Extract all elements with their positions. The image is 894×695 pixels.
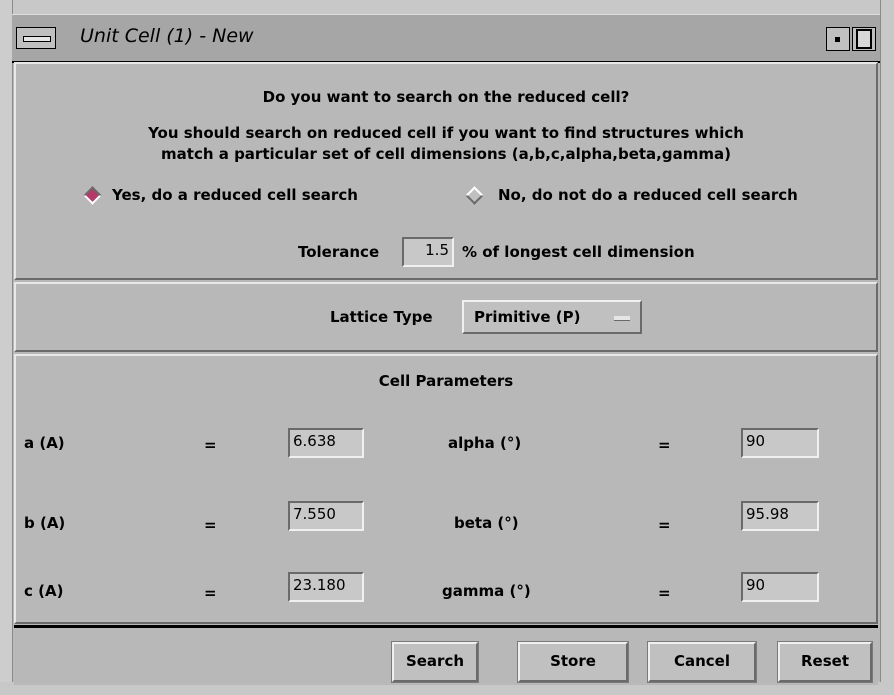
radio-no-label: No, do not do a reduced cell search — [498, 186, 798, 204]
tolerance-label: Tolerance — [298, 243, 380, 261]
a-input[interactable]: 6.638 — [288, 428, 364, 458]
radio-no-reduced-search[interactable]: No, do not do a reduced cell search — [462, 182, 862, 208]
reduced-cell-help-line-1: You should search on reduced cell if you… — [148, 124, 744, 142]
gamma-label: gamma (°) — [442, 582, 531, 600]
radio-selected-icon — [83, 186, 102, 205]
beta-label: beta (°) — [454, 514, 519, 532]
c-equals: = — [204, 584, 217, 602]
dialog-window: Unit Cell (1) - New Do you want to searc… — [0, 0, 894, 695]
gamma-input[interactable]: 90 — [741, 572, 819, 602]
lattice-type-dropdown[interactable]: Primitive (P) — [462, 300, 642, 334]
button-bar: Search Store Cancel Reset — [14, 625, 878, 685]
gamma-equals: = — [658, 584, 671, 602]
dropdown-indicator-icon — [614, 316, 630, 321]
lattice-type-label: Lattice Type — [330, 308, 433, 326]
title-bar[interactable]: Unit Cell (1) - New — [12, 14, 880, 63]
reduced-cell-help-line-2: match a particular set of cell dimension… — [161, 145, 731, 163]
radio-yes-label: Yes, do a reduced cell search — [112, 186, 358, 204]
minimize-button[interactable] — [826, 27, 850, 51]
window-frame-top — [0, 0, 894, 14]
b-equals: = — [204, 516, 217, 534]
alpha-input[interactable]: 90 — [741, 428, 819, 458]
a-equals: = — [204, 436, 217, 454]
alpha-equals: = — [658, 436, 671, 454]
search-button[interactable]: Search — [391, 641, 479, 683]
a-label: a (A) — [24, 434, 65, 452]
cell-parameters-heading: Cell Parameters — [378, 372, 514, 390]
window-frame-left — [0, 0, 13, 695]
c-label: c (A) — [24, 582, 64, 600]
maximize-button[interactable] — [852, 27, 876, 51]
tolerance-suffix: % of longest cell dimension — [462, 243, 695, 261]
cell-parameters-panel: Cell Parameters a (A) = 6.638 alpha (°) … — [14, 354, 878, 624]
cancel-button[interactable]: Cancel — [647, 641, 757, 683]
tolerance-input[interactable]: 1.5 — [402, 237, 454, 267]
window-menu-button[interactable] — [16, 27, 56, 49]
reduced-cell-panel: Do you want to search on the reduced cel… — [14, 62, 878, 280]
alpha-label: alpha (°) — [448, 434, 522, 452]
reset-button[interactable]: Reset — [777, 641, 873, 683]
lattice-panel: Lattice Type Primitive (P) — [14, 282, 878, 352]
store-button[interactable]: Store — [517, 641, 629, 683]
b-label: b (A) — [24, 514, 66, 532]
lattice-type-value: Primitive (P) — [474, 308, 581, 326]
maximize-icon — [856, 29, 872, 49]
minimize-icon — [835, 37, 840, 42]
window-title: Unit Cell (1) - New — [80, 25, 254, 47]
beta-input[interactable]: 95.98 — [741, 501, 819, 531]
window-menu-icon — [23, 36, 51, 42]
reduced-cell-question: Do you want to search on the reduced cel… — [262, 88, 630, 106]
beta-equals: = — [658, 516, 671, 534]
b-input[interactable]: 7.550 — [288, 501, 364, 531]
radio-yes-reduced-search[interactable]: Yes, do a reduced cell search — [80, 182, 410, 208]
window-frame-right — [880, 0, 894, 695]
c-input[interactable]: 23.180 — [288, 572, 364, 602]
radio-unselected-icon — [465, 186, 484, 205]
